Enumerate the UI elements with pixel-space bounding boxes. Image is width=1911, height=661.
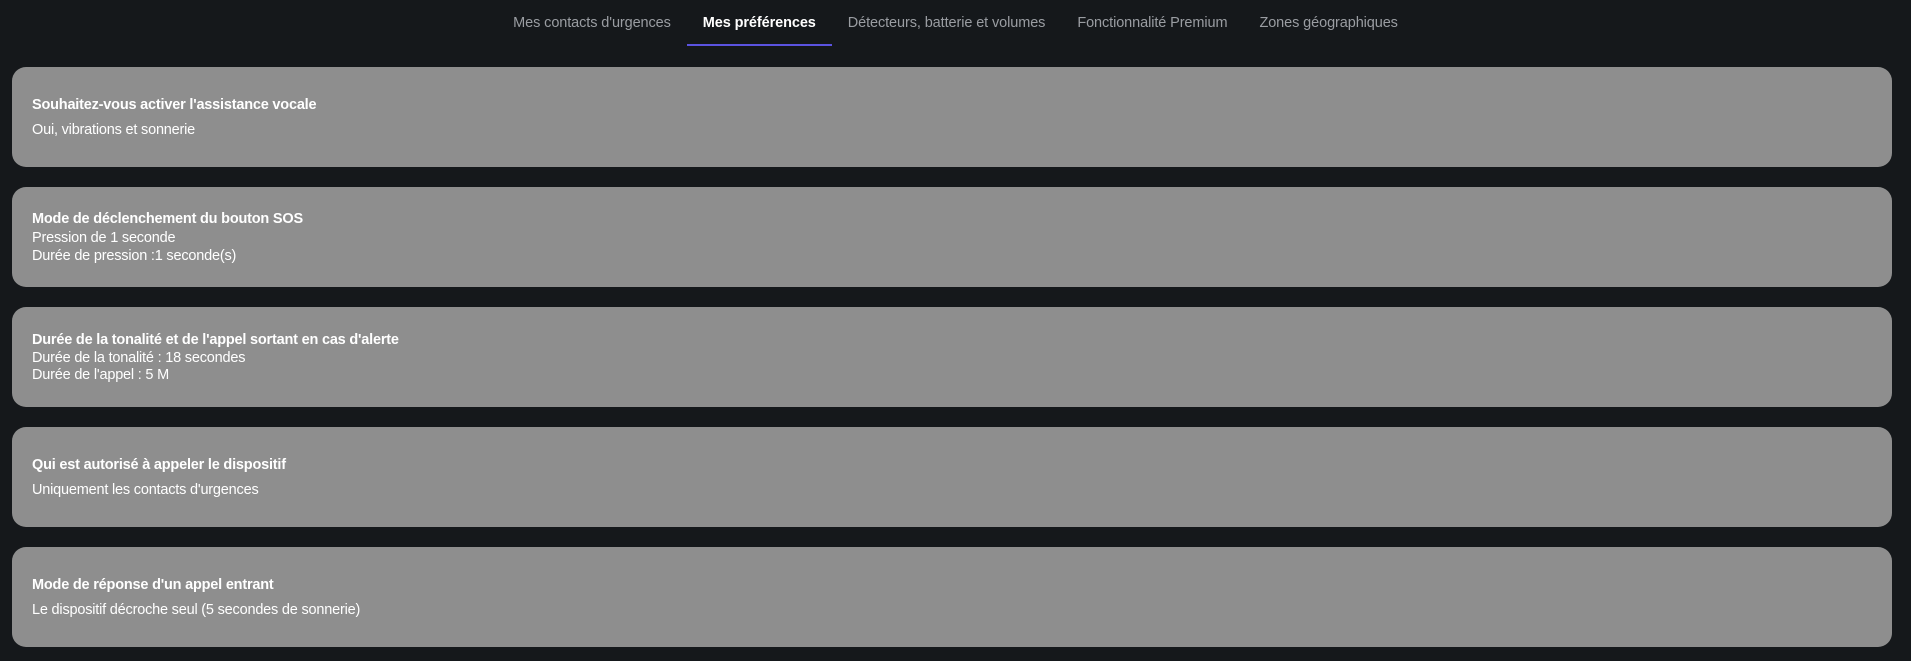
sos-trigger-mode-card[interactable]: Mode de déclenchement du bouton SOS Pres… — [12, 187, 1892, 287]
allowed-callers-title: Qui est autorisé à appeler le dispositif — [32, 456, 286, 473]
tab-detectors-battery-volumes[interactable]: Détecteurs, batterie et volumes — [832, 0, 1062, 46]
sos-press-duration-value: Pression de 1 seconde — [32, 229, 176, 246]
alert-tone-call-duration-title: Durée de la tonalité et de l'appel sorta… — [32, 331, 399, 348]
allowed-callers-card[interactable]: Qui est autorisé à appeler le dispositif… — [12, 427, 1892, 527]
voice-assistance-title: Souhaitez-vous activer l'assistance voca… — [32, 96, 317, 113]
preferences-page: Mes contacts d'urgences Mes préférences … — [0, 0, 1911, 661]
incoming-call-mode-card[interactable]: Mode de réponse d'un appel entrant Le di… — [12, 547, 1892, 647]
sos-press-duration-detail: Durée de pression :1 seconde(s) — [32, 247, 237, 264]
tab-premium-feature[interactable]: Fonctionnalité Premium — [1061, 0, 1243, 46]
voice-assistance-value: Oui, vibrations et sonnerie — [32, 121, 196, 138]
allowed-callers-value: Uniquement les contacts d'urgences — [32, 481, 259, 498]
preferences-list: Souhaitez-vous activer l'assistance voca… — [12, 67, 1892, 661]
tab-preferences[interactable]: Mes préférences — [686, 0, 832, 46]
tab-geographic-zones[interactable]: Zones géographiques — [1243, 0, 1413, 46]
incoming-call-mode-title: Mode de réponse d'un appel entrant — [32, 576, 274, 593]
tab-bar: Mes contacts d'urgences Mes préférences … — [0, 0, 1911, 47]
tab-emergency-contacts[interactable]: Mes contacts d'urgences — [497, 0, 687, 46]
sos-trigger-mode-title: Mode de déclenchement du bouton SOS — [32, 210, 303, 227]
incoming-call-mode-value: Le dispositif décroche seul (5 secondes … — [32, 601, 361, 618]
tone-duration-value: Durée de la tonalité : 18 secondes — [32, 349, 246, 366]
call-duration-value: Durée de l'appel : 5 M — [32, 366, 170, 383]
alert-tone-call-duration-card[interactable]: Durée de la tonalité et de l'appel sorta… — [12, 307, 1892, 407]
voice-assistance-card[interactable]: Souhaitez-vous activer l'assistance voca… — [12, 67, 1892, 167]
